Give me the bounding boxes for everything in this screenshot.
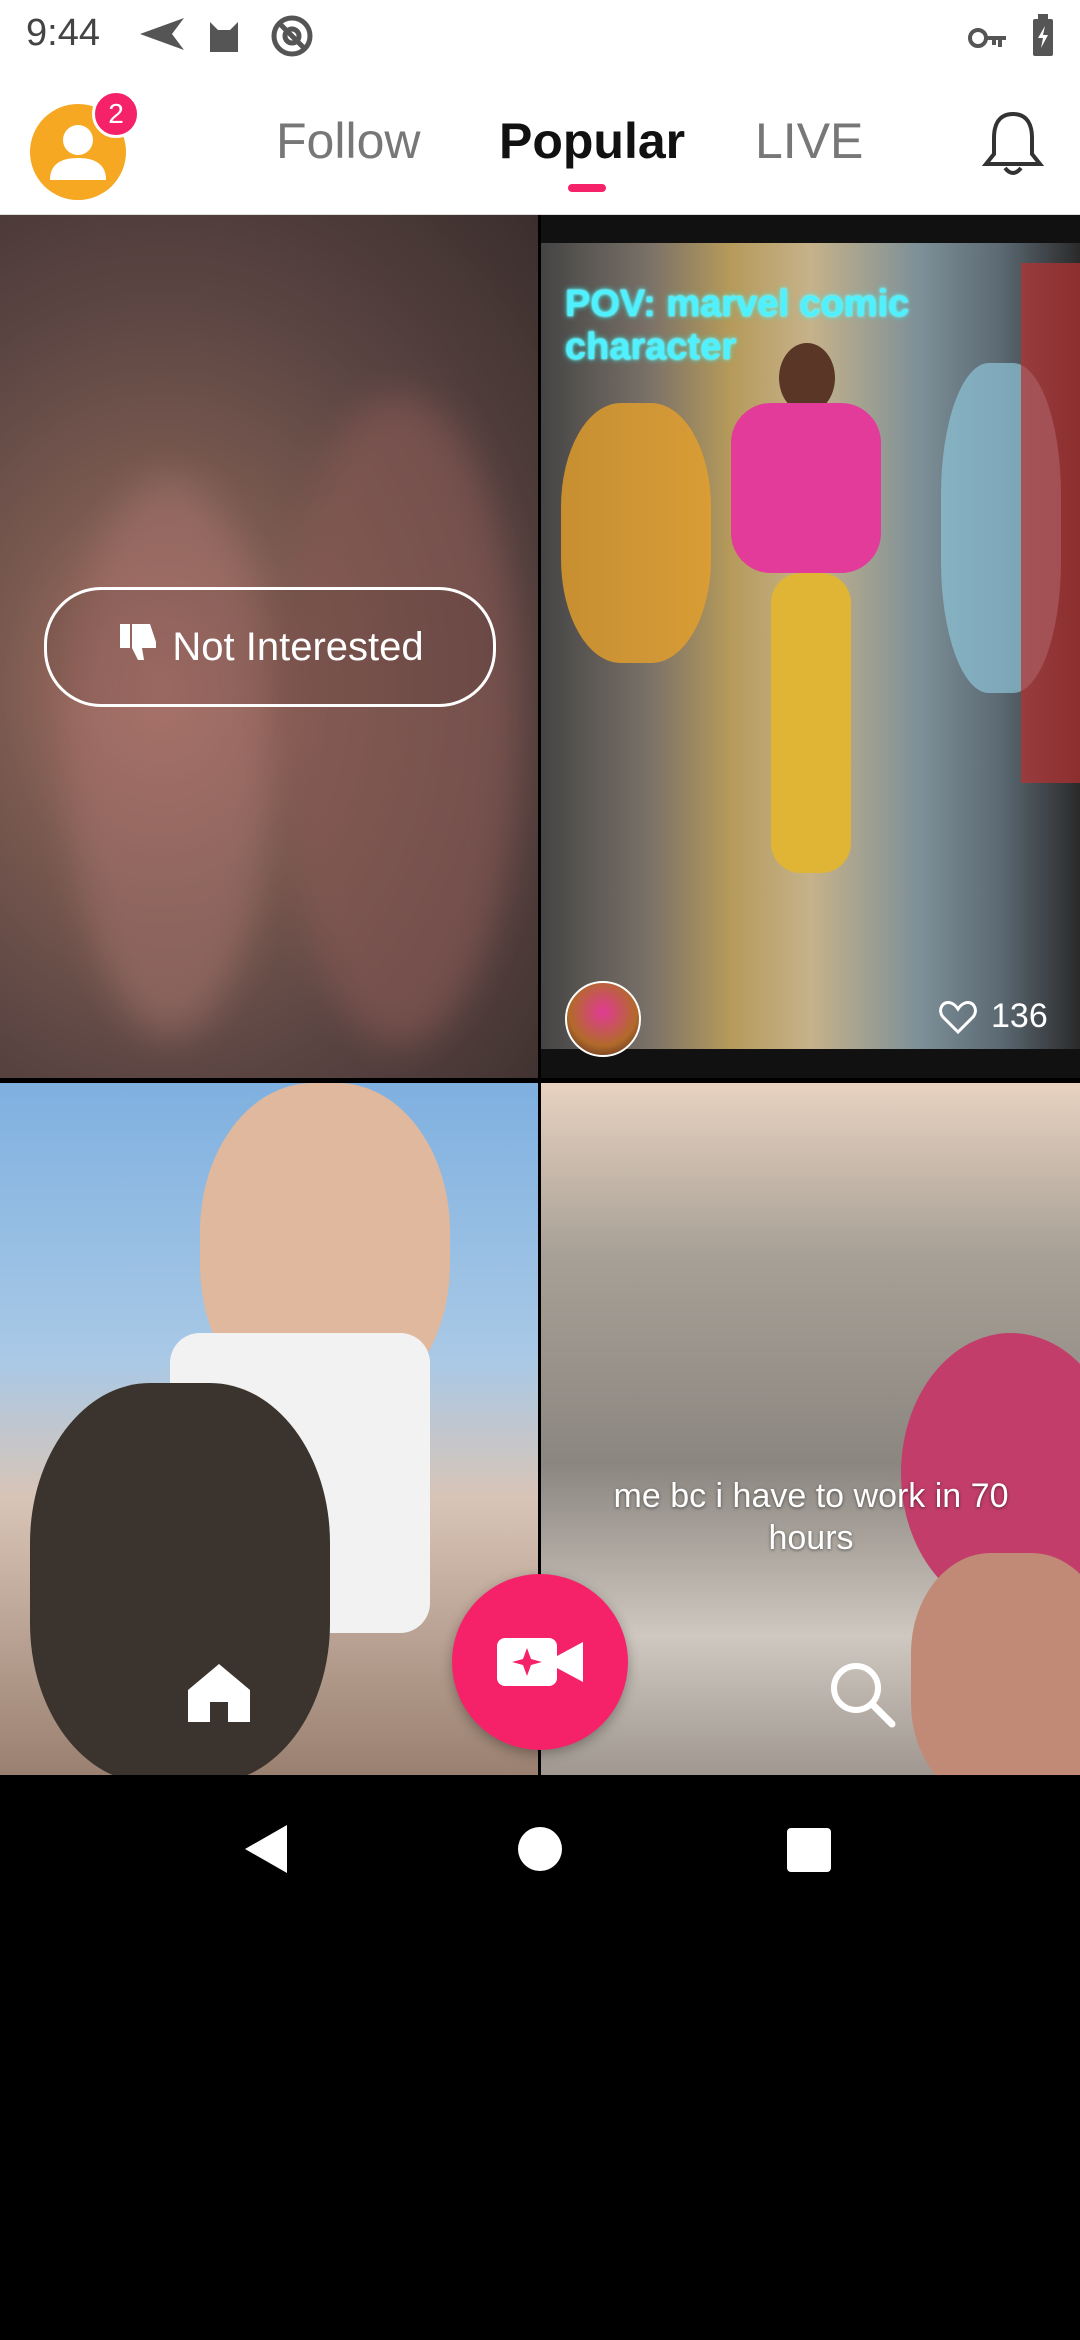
record-video-button[interactable]: [452, 1574, 628, 1750]
like-count-value: 136: [991, 997, 1048, 1035]
home-icon[interactable]: [184, 1660, 254, 1731]
system-home-icon[interactable]: [518, 1827, 562, 1871]
tab-live[interactable]: LIVE: [755, 112, 863, 170]
back-icon[interactable]: [243, 1823, 289, 1880]
at-icon: [270, 14, 314, 68]
bell-icon[interactable]: [980, 108, 1046, 183]
video-tile[interactable]: Not Interested: [0, 215, 538, 1078]
person-legs: [771, 573, 851, 873]
not-interested-button[interactable]: Not Interested: [44, 587, 496, 707]
video-feed-grid: Not Interested POV: marvel comic charact…: [0, 215, 1080, 1775]
tab-follow[interactable]: Follow: [276, 112, 420, 170]
video-caption: POV: marvel comic character: [565, 283, 910, 368]
cat-icon: [204, 14, 244, 64]
status-time: 9:44: [26, 12, 100, 54]
graffiti-shape: [561, 403, 711, 663]
send-icon: [138, 14, 186, 64]
top-navigation: 2 Follow Popular LIVE: [0, 72, 1080, 215]
active-tab-indicator: [568, 184, 606, 192]
not-interested-label: Not Interested: [172, 624, 424, 669]
thumbs-down-icon: [116, 620, 160, 674]
video-caption: me bc i have to work in 70 hours: [613, 1477, 1009, 1557]
heart-icon: [939, 1000, 977, 1034]
creator-avatar[interactable]: [565, 981, 641, 1057]
video-tile[interactable]: POV: marvel comic character 136: [541, 215, 1080, 1078]
video-camera-icon: [497, 1638, 583, 1686]
battery-icon: [1030, 14, 1056, 68]
key-icon: [968, 20, 1008, 63]
person-jacket: [731, 403, 881, 573]
blurred-figure: [70, 475, 270, 1035]
status-bar: 9:44: [0, 0, 1080, 72]
recents-icon[interactable]: [787, 1828, 831, 1872]
blurred-figure: [280, 395, 520, 1045]
like-count: 136: [939, 997, 1048, 1036]
search-icon[interactable]: [826, 1658, 898, 1735]
system-navigation-bar: [0, 1775, 1080, 1920]
tab-popular[interactable]: Popular: [499, 112, 685, 170]
notification-badge: 2: [92, 90, 140, 138]
